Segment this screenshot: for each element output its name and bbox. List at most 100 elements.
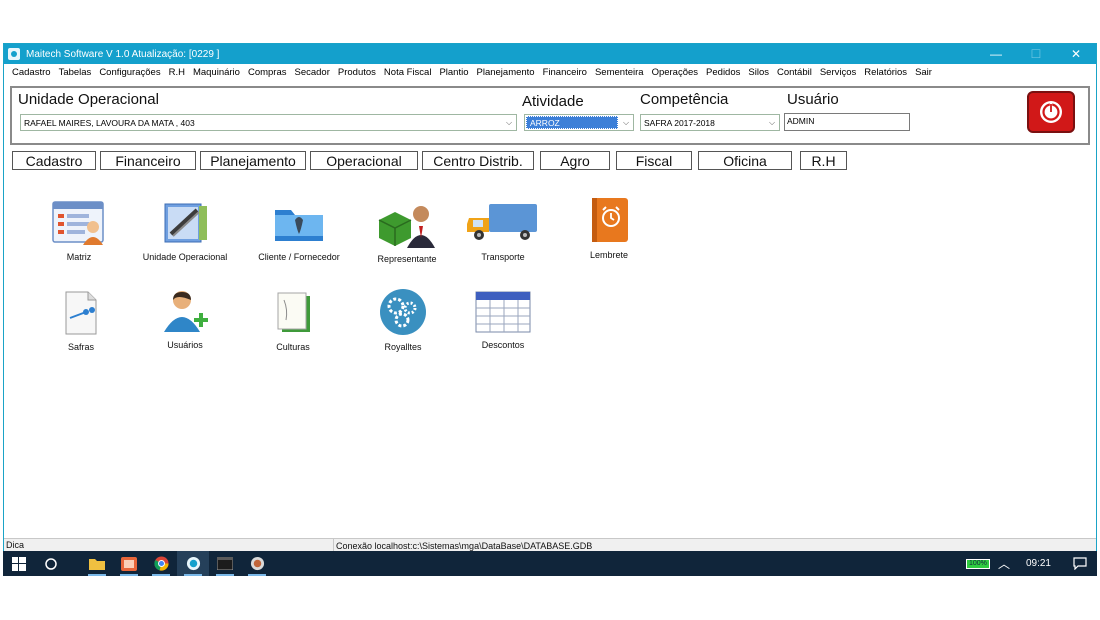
menu-sementeira[interactable]: Sementeira: [591, 67, 648, 78]
start-button[interactable]: [3, 551, 35, 576]
tile-label: Representante: [377, 254, 437, 264]
atividade-select[interactable]: ARROZ ⌵: [524, 114, 634, 131]
screen: Maitech Software V 1.0 Atualização: [022…: [0, 0, 1100, 620]
tile-representante[interactable]: Representante: [352, 200, 462, 264]
tab-financeiro[interactable]: Financeiro: [100, 151, 196, 170]
minimize-button[interactable]: —: [976, 44, 1016, 64]
maitech-app-icon: [186, 556, 200, 571]
unidade-select[interactable]: RAFAEL MAIRES, LAVOURA DA MATA , 403 ⌵: [20, 114, 517, 131]
menu-operacoes[interactable]: Operações: [648, 67, 702, 78]
menu-rh[interactable]: R.H: [165, 67, 189, 78]
tile-label: Unidade Operacional: [142, 252, 228, 262]
menu-servicos[interactable]: Serviços: [816, 67, 860, 78]
truck-icon: [467, 204, 537, 240]
tile-royalltes[interactable]: Royalltes: [348, 288, 458, 352]
tile-safras[interactable]: Safras: [26, 290, 136, 352]
tab-fiscal[interactable]: Fiscal: [616, 151, 692, 170]
menu-bar: Cadastro Tabelas Configurações R.H Maqui…: [4, 64, 1096, 80]
atividade-value: ARROZ: [526, 116, 618, 129]
tile-matriz[interactable]: Matriz: [24, 200, 134, 262]
system-tray: 100% ︿ 09:21: [965, 551, 1097, 576]
folder-contacts-icon: [275, 210, 323, 241]
atividade-label: Atividade: [522, 93, 584, 110]
taskbar-file-explorer[interactable]: [81, 551, 113, 576]
maximize-button[interactable]: ☐: [1016, 44, 1056, 64]
clock[interactable]: 09:21: [1026, 558, 1051, 569]
file-explorer-icon: [89, 559, 105, 570]
usuario-field[interactable]: ADMIN: [784, 113, 910, 131]
chevron-down-icon: ⌵: [622, 117, 630, 127]
app-icon: [8, 48, 20, 60]
tile-transporte[interactable]: Transporte: [448, 200, 558, 262]
menu-secador[interactable]: Secador: [291, 67, 334, 78]
tile-unidade-operacional[interactable]: Unidade Operacional: [130, 200, 240, 262]
taskbar-app-misc[interactable]: [241, 551, 273, 576]
menu-produtos[interactable]: Produtos: [334, 67, 380, 78]
window-title: Maitech Software V 1.0 Atualização: [022…: [26, 48, 220, 60]
competencia-value: SAFRA 2017-2018: [644, 117, 715, 128]
taskbar-maitech[interactable]: [177, 551, 209, 576]
tab-agro[interactable]: Agro: [540, 151, 610, 170]
chevron-down-icon: ⌵: [768, 117, 776, 127]
unidade-label: Unidade Operacional: [18, 91, 159, 108]
terminal-icon: [217, 557, 233, 570]
tile-usuarios[interactable]: Usuários: [130, 288, 240, 350]
menu-sair[interactable]: Sair: [911, 67, 936, 78]
menu-silos[interactable]: Silos: [744, 67, 773, 78]
tile-culturas[interactable]: Culturas: [238, 290, 348, 352]
taskbar-app-orange[interactable]: [113, 551, 145, 576]
tab-centro-distrib[interactable]: Centro Distrib.: [422, 151, 534, 170]
notifications-icon[interactable]: [1073, 557, 1087, 570]
tile-label: Culturas: [276, 342, 310, 352]
taskbar-terminal[interactable]: [209, 551, 241, 576]
tab-oficina[interactable]: Oficina: [698, 151, 792, 170]
competencia-select[interactable]: SAFRA 2017-2018 ⌵: [640, 114, 780, 131]
search-button[interactable]: [35, 551, 67, 576]
tile-descontos[interactable]: Descontos: [448, 290, 558, 350]
menu-plantio[interactable]: Plantio: [435, 67, 472, 78]
chevron-up-icon[interactable]: ︿: [998, 555, 1010, 572]
menu-compras[interactable]: Compras: [244, 67, 291, 78]
menu-planejamento[interactable]: Planejamento: [473, 67, 539, 78]
tab-operacional[interactable]: Operacional: [310, 151, 418, 170]
tab-rh[interactable]: R.H: [800, 151, 847, 170]
menu-contabil[interactable]: Contábil: [773, 67, 816, 78]
menu-financeiro[interactable]: Financeiro: [539, 67, 591, 78]
tile-label: Lembrete: [589, 250, 629, 260]
unidade-operacional-icon: [164, 203, 207, 243]
tile-label: Transporte: [481, 252, 525, 262]
chevron-down-icon: ⌵: [505, 117, 513, 127]
menu-tabelas[interactable]: Tabelas: [55, 67, 96, 78]
menu-cadastro[interactable]: Cadastro: [8, 67, 55, 78]
menu-configuracoes[interactable]: Configurações: [95, 67, 164, 78]
tile-cliente-fornecedor[interactable]: Cliente / Fornecedor: [244, 200, 354, 262]
add-user-icon: [164, 291, 208, 332]
documents-icon: [277, 292, 310, 332]
menu-maquinario[interactable]: Maquinário: [189, 67, 244, 78]
section-tabs: Cadastro Financeiro Planejamento Operaci…: [4, 151, 1096, 171]
battery-indicator[interactable]: 100%: [965, 558, 990, 569]
tab-planejamento[interactable]: Planejamento: [200, 151, 306, 170]
tile-label: Safras: [67, 342, 94, 352]
power-button[interactable]: [1027, 91, 1075, 133]
search-circle-icon: [45, 557, 57, 570]
menu-nota-fiscal[interactable]: Nota Fiscal: [380, 67, 436, 78]
close-button[interactable]: ✕: [1056, 44, 1096, 64]
representante-icon: [378, 206, 435, 248]
taskbar-chrome[interactable]: [145, 551, 177, 576]
taskbar: 100% ︿ 09:21: [3, 551, 1097, 576]
tile-label: Matriz: [66, 252, 92, 262]
context-panel: Unidade Operacional RAFAEL MAIRES, LAVOU…: [10, 86, 1090, 145]
menu-pedidos[interactable]: Pedidos: [702, 67, 744, 78]
document-link-icon: [65, 291, 97, 335]
tile-lembrete[interactable]: Lembrete: [554, 196, 664, 260]
competencia-label: Competência: [640, 91, 729, 108]
chrome-icon: [153, 556, 169, 571]
status-connection: Conexão localhost:c:\Sistemas\mga\DataBa…: [336, 540, 593, 551]
tile-label: Descontos: [481, 340, 525, 350]
tab-cadastro[interactable]: Cadastro: [12, 151, 96, 170]
matriz-icon: [52, 201, 104, 245]
menu-relatorios[interactable]: Relatórios: [860, 67, 911, 78]
table-grid-icon: [475, 291, 531, 333]
windows-icon: [12, 556, 26, 571]
